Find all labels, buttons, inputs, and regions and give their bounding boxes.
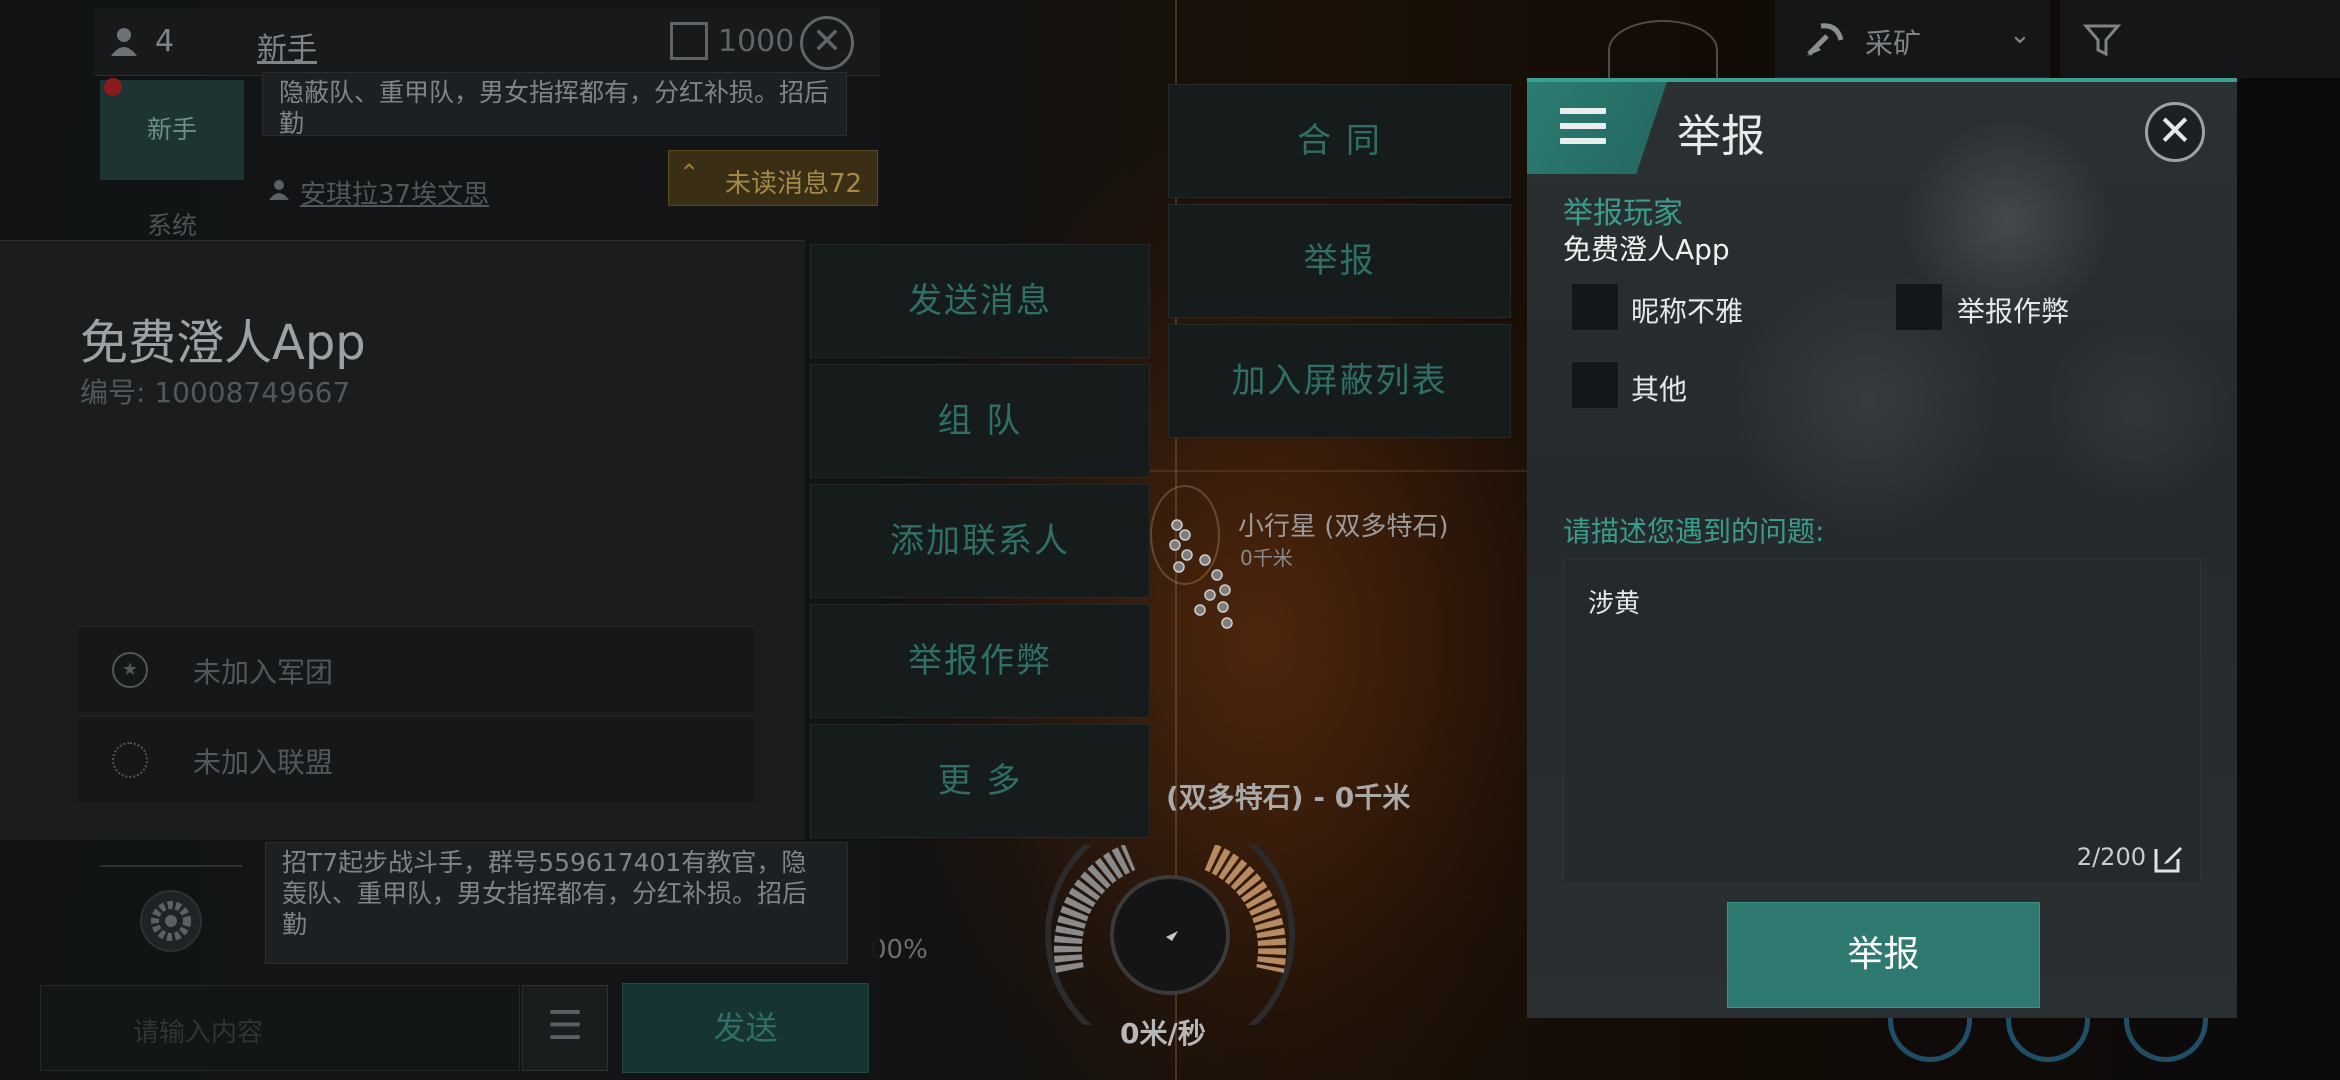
tab-newbie[interactable]: 新手: [100, 80, 244, 180]
send-message-button[interactable]: 发送消息: [810, 244, 1150, 358]
alliance-status: 未加入联盟: [193, 746, 334, 779]
target-name: 小行星 (双多特石): [1238, 512, 1449, 542]
dialog-header-tab[interactable]: [1527, 82, 1667, 174]
report-cheat-button[interactable]: 举报作弊: [810, 604, 1150, 718]
edit-icon[interactable]: [2152, 841, 2186, 875]
mining-icon: [1803, 16, 1847, 60]
currency-icon: [670, 22, 708, 60]
send-button[interactable]: 发送: [622, 983, 869, 1073]
filter-button[interactable]: [2060, 0, 2340, 78]
describe-label: 请描述您遇到的问题:: [1563, 515, 1825, 548]
more-button[interactable]: 更 多: [810, 724, 1150, 838]
chat-input[interactable]: 请输入内容: [40, 985, 520, 1071]
target-caption: (双多特石) - 0千米: [1166, 781, 1411, 814]
currency-amount: 1000: [718, 24, 795, 59]
corp-row[interactable]: ★ 未加入军团: [78, 626, 754, 712]
option-inappropriate-name: 昵称不雅: [1631, 295, 1744, 328]
unread-badge[interactable]: ⌃ 未读消息72: [668, 150, 878, 206]
ship-hud-ring[interactable]: [1040, 810, 1300, 1060]
close-icon: ✕: [2157, 106, 2193, 155]
channel-name[interactable]: 新手: [257, 24, 317, 68]
reported-player-name: 免费澄人App: [1563, 233, 1730, 266]
selected-item-icon[interactable]: [1608, 20, 1718, 80]
report-button[interactable]: 举报: [1168, 204, 1511, 318]
divider: [100, 865, 242, 867]
block-button[interactable]: 加入屏蔽列表: [1168, 324, 1511, 438]
report-player-label: 举报玩家: [1563, 196, 1683, 231]
filter-icon: [2082, 20, 2122, 60]
member-count: 4: [155, 24, 175, 59]
menu-icon[interactable]: ☰: [522, 985, 608, 1071]
sender-icon: [268, 178, 290, 200]
player-name: 免费澄人App: [80, 315, 366, 371]
add-contact-button[interactable]: 添加联系人: [810, 484, 1150, 598]
module-slot[interactable]: [2124, 1018, 2208, 1062]
chat-header: 4 新手 1000 ✕: [95, 8, 880, 76]
unread-label: 未读消息72: [725, 169, 863, 199]
checkbox-inappropriate-name[interactable]: [1571, 283, 1619, 331]
gear-icon[interactable]: [138, 888, 204, 954]
team-button[interactable]: 组 队: [810, 364, 1150, 478]
target-distance: 0千米: [1240, 546, 1293, 570]
mining-filter-label: 采矿: [1865, 27, 1922, 60]
sender-name[interactable]: 安琪拉37埃文思: [300, 174, 489, 211]
checkbox-cheating[interactable]: [1895, 283, 1943, 331]
contract-button[interactable]: 合 同: [1168, 84, 1511, 198]
notification-dot: [104, 78, 122, 96]
option-cheating: 举报作弊: [1957, 295, 2070, 328]
player-id: 编号: 10008749667: [80, 376, 351, 409]
description-value: 涉黄: [1588, 589, 1641, 619]
close-button[interactable]: ✕: [2145, 102, 2205, 162]
ship-speed: 0米/秒: [1120, 1017, 1206, 1050]
mining-filter-dropdown[interactable]: 采矿 ⌄: [1775, 0, 2050, 78]
chat-message: 隐蔽队、重甲队，男女指挥都有，分红补损。招后勤: [262, 72, 847, 138]
member-icon: [109, 26, 139, 56]
module-slot[interactable]: [1888, 1018, 1972, 1062]
char-count: 2/200: [2076, 843, 2146, 871]
alliance-row[interactable]: 未加入联盟: [78, 716, 754, 802]
dialog-title: 举报: [1677, 111, 1765, 162]
chevron-down-icon: ⌄: [2009, 20, 2031, 50]
chevron-up-icon: ⌃: [679, 159, 700, 187]
chat-input-placeholder: 请输入内容: [133, 1018, 264, 1048]
report-dialog: 举报 ✕ 举报玩家 免费澄人App 昵称不雅 举报作弊 其他 请描述您遇到的问题…: [1527, 78, 2237, 1018]
corp-status: 未加入军团: [193, 656, 334, 689]
submit-report-button[interactable]: 举报: [1727, 902, 2040, 1008]
checkbox-other[interactable]: [1571, 361, 1619, 409]
alliance-icon: [112, 742, 148, 778]
description-textarea[interactable]: 涉黄 2/200: [1563, 558, 2201, 884]
chat-close-button[interactable]: ✕: [800, 16, 854, 70]
corp-star-icon: ★: [112, 652, 148, 688]
tab-system[interactable]: 系统: [100, 206, 244, 242]
player-card: 免费澄人App 编号: 10008749667 ★ 未加入军团 未加入联盟: [0, 240, 805, 840]
menu-icon: [1560, 108, 1606, 144]
chat-message: 招T7起步战斗手，群号559617401有教官，隐轰队、重甲队，男女指挥都有，分…: [265, 842, 848, 964]
module-slot[interactable]: [2006, 1018, 2090, 1062]
option-other: 其他: [1631, 373, 1688, 406]
